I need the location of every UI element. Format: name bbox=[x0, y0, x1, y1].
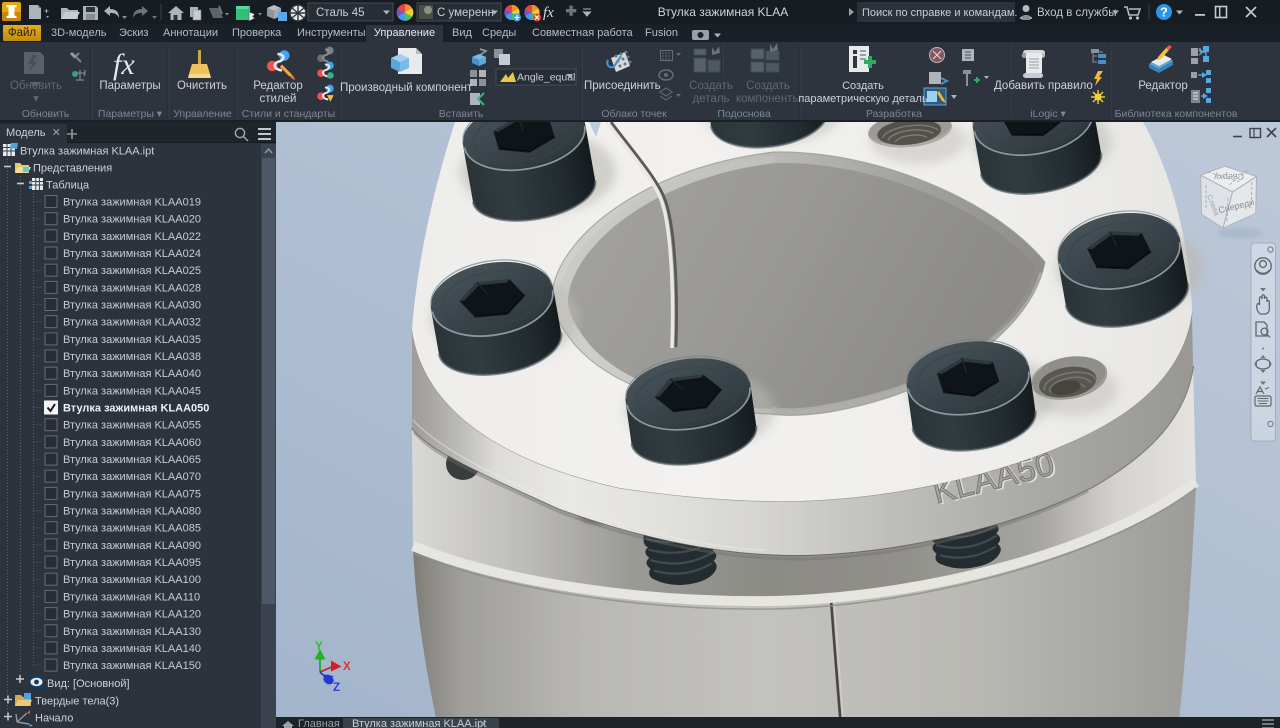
svg-text:Втулка зажимная KLAA020: Втулка зажимная KLAA020 bbox=[63, 214, 201, 226]
svg-text:Z: Z bbox=[333, 682, 340, 694]
svg-text:Сталь 45: Сталь 45 bbox=[316, 7, 365, 19]
svg-text:Втулка зажимная KLAA045: Втулка зажимная KLAA045 bbox=[63, 385, 201, 397]
svg-text:Втулка зажимная KLAA075: Втулка зажимная KLAA075 bbox=[63, 488, 201, 500]
svg-text:Втулка зажимная KLAA040: Втулка зажимная KLAA040 bbox=[63, 368, 201, 380]
svg-text:Втулка зажимная KLAA095: Втулка зажимная KLAA095 bbox=[63, 557, 201, 569]
svg-text:Втулка зажимная KLAA120: Втулка зажимная KLAA120 bbox=[63, 609, 201, 621]
svg-text:Вход в службы: Вход в службы bbox=[1037, 7, 1117, 19]
svg-text:fx: fx bbox=[113, 48, 135, 81]
svg-text:X: X bbox=[343, 661, 351, 673]
svg-text:Angle_equal: Angle_equal bbox=[517, 72, 575, 84]
svg-text:Втулка зажимная KLAA050: Втулка зажимная KLAA050 bbox=[63, 403, 209, 415]
svg-text:Втулка зажимная KLAA.ipt: Втулка зажимная KLAA.ipt bbox=[352, 718, 486, 728]
svg-text:Втулка зажимная KLAA022: Втулка зажимная KLAA022 bbox=[63, 231, 201, 243]
svg-text:Втулка зажимная KLAA110: Втулка зажимная KLAA110 bbox=[63, 591, 200, 603]
svg-text:Втулка зажимная KLAA038: Втулка зажимная KLAA038 bbox=[63, 351, 201, 363]
svg-text:Главная: Главная bbox=[298, 718, 340, 728]
svg-text:Твердые тела(3): Твердые тела(3) bbox=[35, 696, 119, 708]
svg-text:Y: Y bbox=[315, 641, 323, 653]
svg-text:Втулка зажимная KLAA025: Втулка зажимная KLAA025 bbox=[63, 265, 201, 277]
svg-text:?: ? bbox=[1160, 6, 1168, 20]
svg-text:Втулка зажимная KLAA019: Втулка зажимная KLAA019 bbox=[63, 197, 201, 209]
svg-text:Втулка зажимная KLAA: Втулка зажимная KLAA bbox=[658, 5, 788, 19]
svg-text:Втулка зажимная KLAA130: Втулка зажимная KLAA130 bbox=[63, 626, 201, 638]
svg-text:fx: fx bbox=[543, 5, 554, 21]
svg-text:Втулка зажимная KLAA024: Втулка зажимная KLAA024 bbox=[63, 248, 201, 260]
svg-text:Втулка зажимная KLAA150: Втулка зажимная KLAA150 bbox=[63, 660, 201, 672]
svg-text:Таблица: Таблица bbox=[46, 180, 90, 192]
svg-text:Сверху: Сверху bbox=[1213, 171, 1244, 182]
svg-text:Втулка зажимная KLAA028: Втулка зажимная KLAA028 bbox=[63, 282, 201, 294]
svg-text:Втулка зажимная KLAA035: Втулка зажимная KLAA035 bbox=[63, 334, 201, 346]
svg-text:Втулка зажимная KLAA030: Втулка зажимная KLAA030 bbox=[63, 300, 201, 312]
svg-text:Начало: Начало bbox=[35, 713, 73, 725]
svg-text:Втулка зажимная KLAA070: Втулка зажимная KLAA070 bbox=[63, 471, 201, 483]
svg-text:Представления: Представления bbox=[33, 163, 112, 175]
svg-text:Втулка зажимная KLAA090: Втулка зажимная KLAA090 bbox=[63, 540, 201, 552]
svg-text:Втулка зажимная KLAA032: Втулка зажимная KLAA032 bbox=[63, 317, 201, 329]
svg-text:Втулка зажимная KLAA100: Втулка зажимная KLAA100 bbox=[63, 574, 201, 586]
svg-text:Втулка зажимная KLAA065: Втулка зажимная KLAA065 bbox=[63, 454, 201, 466]
svg-text:Втулка зажимная KLAA140: Втулка зажимная KLAA140 bbox=[63, 643, 201, 655]
svg-text:Втулка зажимная KLAA060: Втулка зажимная KLAA060 bbox=[63, 437, 201, 449]
svg-text:Втулка зажимная KLAA.ipt: Втулка зажимная KLAA.ipt bbox=[20, 146, 154, 158]
svg-text:Втулка зажимная KLAA085: Втулка зажимная KLAA085 bbox=[63, 523, 201, 535]
svg-text:С умеренн: С умеренн bbox=[437, 7, 494, 19]
svg-text:Поиск по справке и командам.: Поиск по справке и командам. bbox=[862, 7, 1017, 19]
svg-text:Втулка зажимная KLAA080: Втулка зажимная KLAA080 bbox=[63, 506, 201, 518]
svg-text:Вид: [Основной]: Вид: [Основной] bbox=[47, 678, 130, 690]
svg-text:Втулка зажимная KLAA055: Втулка зажимная KLAA055 bbox=[63, 420, 201, 432]
